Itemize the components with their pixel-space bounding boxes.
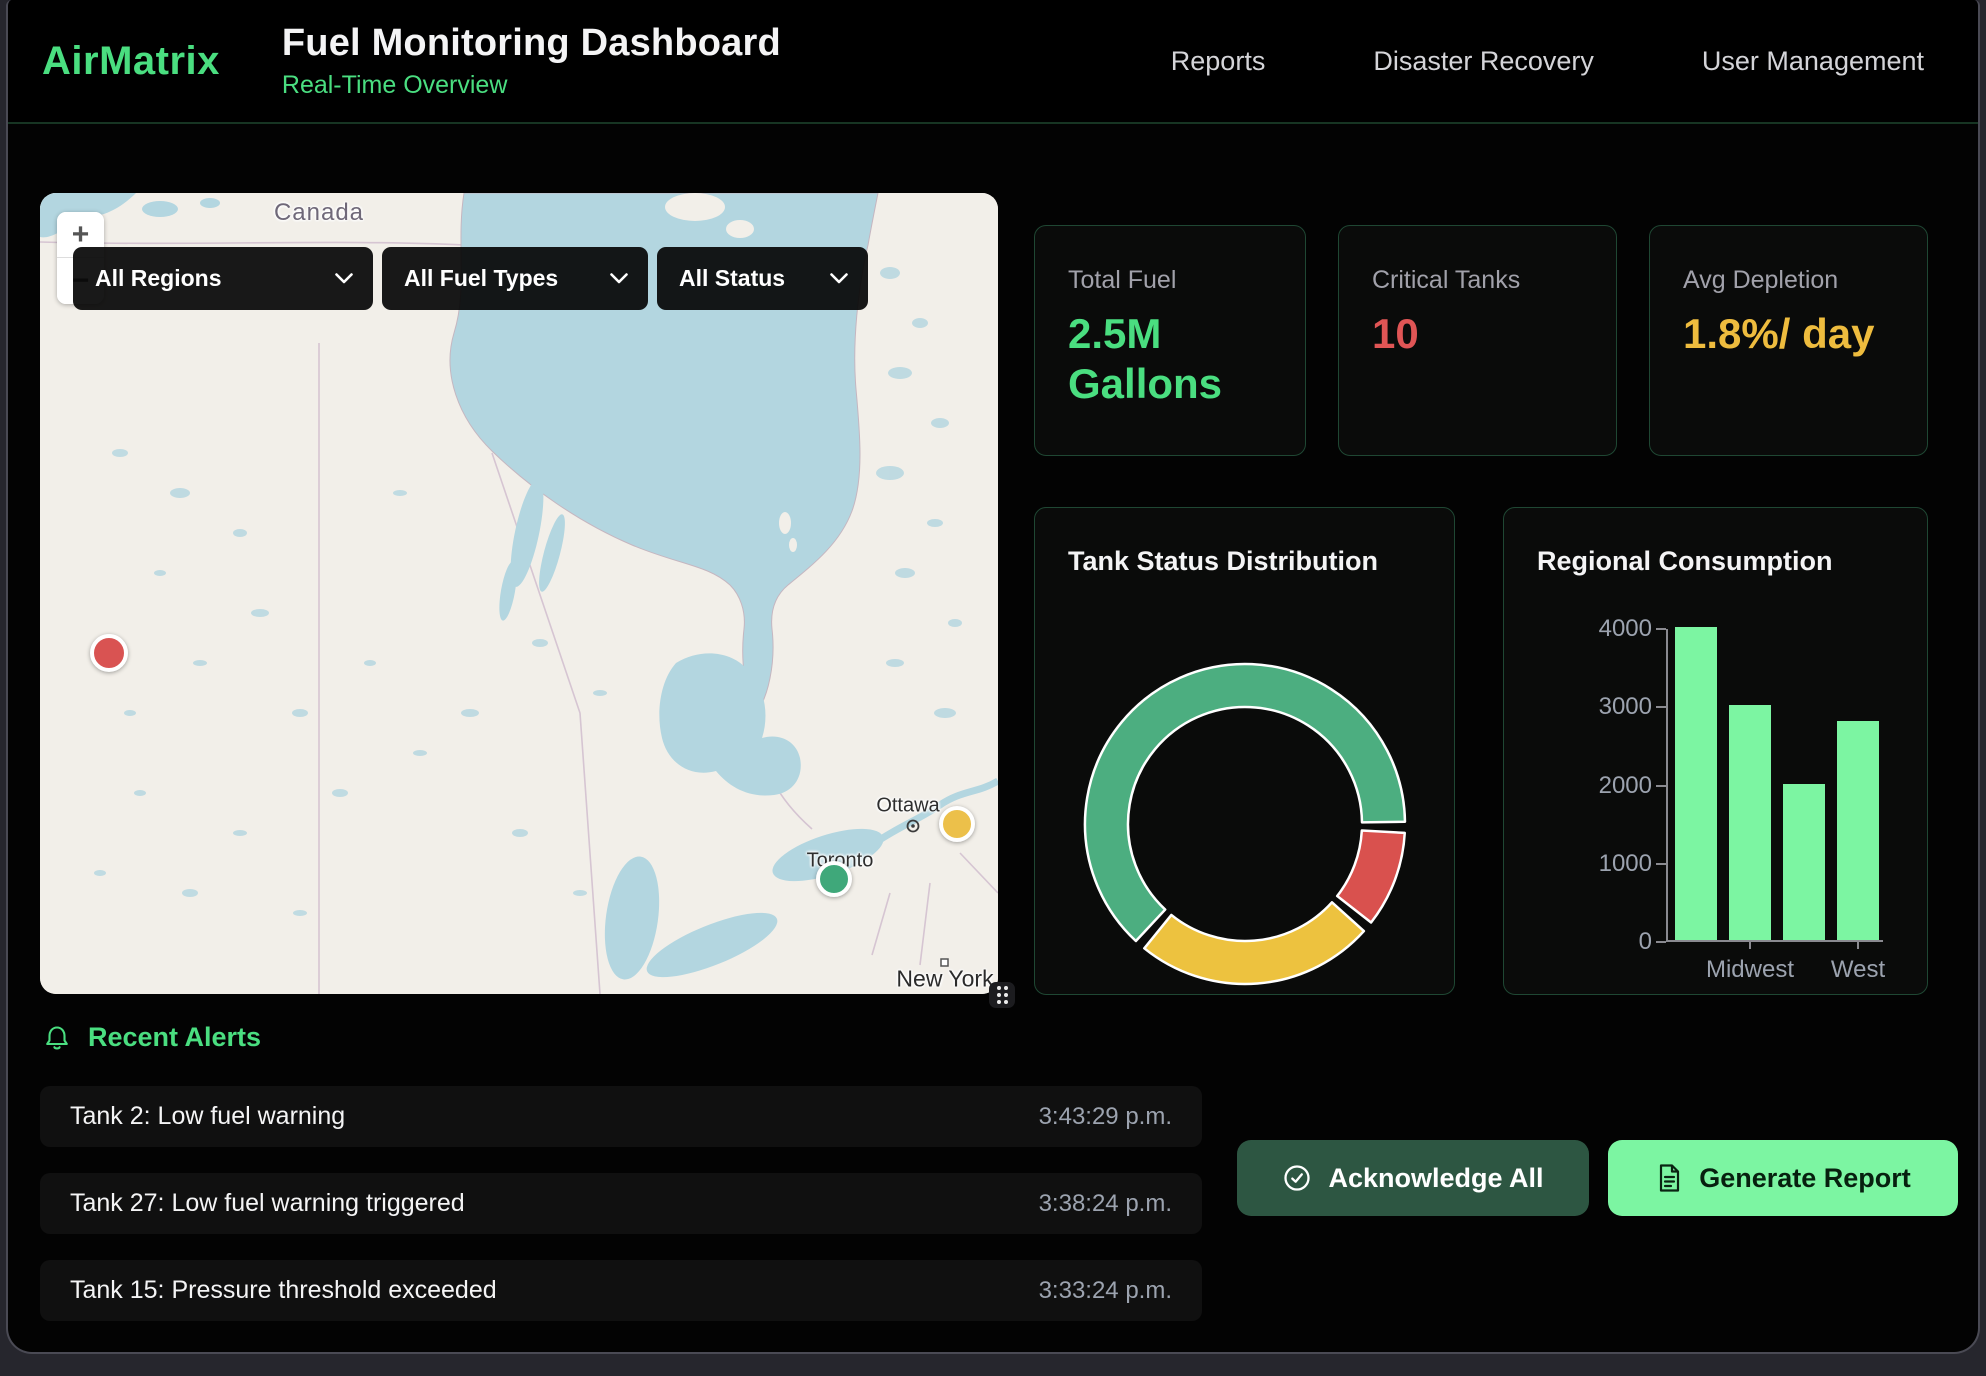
nav-user-management[interactable]: User Management — [1702, 46, 1924, 77]
map[interactable]: Canada Ottawa Toronto New York + − All R… — [40, 193, 998, 994]
dashboard-panel: AirMatrix Fuel Monitoring Dashboard Real… — [6, 0, 1980, 1354]
page-subtitle: Real-Time Overview — [282, 71, 781, 100]
alerts-header: Recent Alerts — [42, 1022, 261, 1053]
stat-card-total-fuel: Total Fuel 2.5M Gallons — [1034, 225, 1306, 456]
stat-label: Total Fuel — [1068, 266, 1275, 295]
stat-value: 2.5M Gallons — [1068, 309, 1275, 410]
page: AirMatrix Fuel Monitoring Dashboard Real… — [0, 0, 1986, 1376]
chart-title: Tank Status Distribution — [1068, 546, 1378, 577]
stat-label: Avg Depletion — [1683, 266, 1897, 295]
generate-report-button[interactable]: Generate Report — [1608, 1140, 1958, 1216]
nav-disaster-recovery[interactable]: Disaster Recovery — [1373, 46, 1594, 77]
stat-card-critical-tanks: Critical Tanks 10 — [1338, 225, 1617, 456]
alert-timestamp: 3:43:29 p.m. — [1039, 1103, 1172, 1131]
stat-card-avg-depletion: Avg Depletion 1.8%/ day — [1649, 225, 1928, 456]
tank-status-donut-chart — [1075, 654, 1415, 994]
stat-value: 10 — [1372, 309, 1586, 359]
drag-handle-icon[interactable] — [989, 982, 1015, 1008]
regional-consumption-card: Regional Consumption MidwestWest40003000… — [1503, 507, 1928, 995]
alert-text: Tank 27: Low fuel warning triggered — [70, 1189, 465, 1218]
alert-timestamp: 3:38:24 p.m. — [1039, 1190, 1172, 1218]
tank-status-distribution-card: Tank Status Distribution — [1034, 507, 1455, 995]
map-marker-warning[interactable] — [939, 806, 975, 842]
chevron-down-icon — [610, 273, 628, 284]
bell-icon — [42, 1023, 72, 1053]
new-york-town-icon — [941, 959, 948, 966]
chart-title: Regional Consumption — [1537, 546, 1832, 577]
acknowledge-all-label: Acknowledge All — [1328, 1163, 1543, 1194]
region-filter-value: All Regions — [95, 265, 222, 292]
stat-label: Critical Tanks — [1372, 266, 1586, 295]
generate-report-label: Generate Report — [1699, 1163, 1911, 1194]
alert-row[interactable]: Tank 2: Low fuel warning 3:43:29 p.m. — [40, 1086, 1202, 1147]
alert-timestamp: 3:33:24 p.m. — [1039, 1277, 1172, 1305]
status-filter-value: All Status — [679, 265, 785, 292]
status-filter-dropdown[interactable]: All Status — [657, 247, 868, 310]
main-nav: Reports Disaster Recovery User Managemen… — [1171, 46, 1924, 77]
alert-row[interactable]: Tank 15: Pressure threshold exceeded 3:3… — [40, 1260, 1202, 1321]
alerts-title: Recent Alerts — [88, 1022, 261, 1053]
stat-value: 1.8%/ day — [1683, 309, 1897, 359]
fuel-type-filter-value: All Fuel Types — [404, 265, 558, 292]
region-filter-dropdown[interactable]: All Regions — [73, 247, 373, 310]
fuel-type-filter-dropdown[interactable]: All Fuel Types — [382, 247, 648, 310]
check-circle-icon — [1282, 1163, 1312, 1193]
chevron-down-icon — [830, 273, 848, 284]
acknowledge-all-button[interactable]: Acknowledge All — [1237, 1140, 1589, 1216]
map-canvas — [40, 193, 998, 994]
alert-text: Tank 15: Pressure threshold exceeded — [70, 1276, 497, 1305]
regional-consumption-bar-chart: MidwestWest40003000200010000 — [1666, 629, 1883, 942]
title-block: Fuel Monitoring Dashboard Real-Time Over… — [282, 22, 781, 100]
document-icon — [1655, 1163, 1683, 1193]
map-filters: All Regions All Fuel Types All Status — [73, 247, 868, 310]
map-marker-normal[interactable] — [816, 861, 852, 897]
nav-reports[interactable]: Reports — [1171, 46, 1266, 77]
map-marker-critical[interactable] — [90, 634, 128, 672]
brand-logo: AirMatrix — [42, 39, 220, 84]
chevron-down-icon — [335, 273, 353, 284]
header: AirMatrix Fuel Monitoring Dashboard Real… — [8, 0, 1978, 124]
alert-text: Tank 2: Low fuel warning — [70, 1102, 345, 1131]
alert-row[interactable]: Tank 27: Low fuel warning triggered 3:38… — [40, 1173, 1202, 1234]
page-title: Fuel Monitoring Dashboard — [282, 22, 781, 65]
